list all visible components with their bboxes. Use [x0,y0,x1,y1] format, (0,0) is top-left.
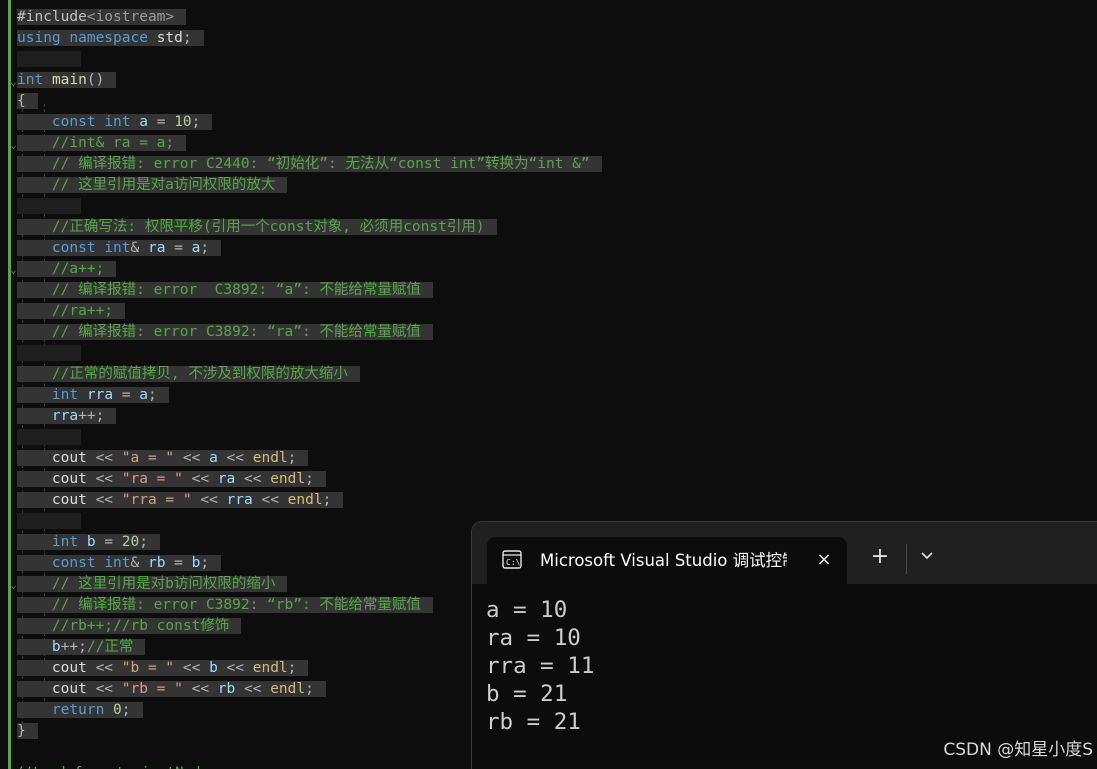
code-line[interactable]: const int a = 10; [17,112,213,133]
code-line-text: //ra++; [17,303,126,319]
code-line[interactable]: //正确写法: 权限平移(引用一个const对象, 必须用const引用) [17,217,497,238]
code-line[interactable]: //a++; [17,259,117,280]
code-line[interactable]: int rra = a; [17,385,169,406]
console-output-line: ra = 10 [486,625,581,651]
console-output-line: rb = 21 [486,709,581,735]
code-line[interactable]: // 编译报错: error C3892: “ra”: 不能给常量赋值 [17,322,433,343]
watermark: CSDN @知星小度S [943,740,1093,760]
console-output-line: rra = 11 [486,653,595,679]
code-line[interactable]: cout << "a = " << a << endl; [17,448,309,469]
console-output: a = 10 ra = 10 rra = 11 b = 21 rb = 21 [486,596,1086,736]
debug-console-window[interactable]: C:\ Microsoft Visual Studio 调试控制台 × + a … [472,522,1097,769]
code-line-text: // 这里引用是对b访问权限的缩小 [17,576,288,592]
code-line-text: cout << "b = " << b << endl; [17,660,309,676]
code-line[interactable]: // 编译报错: error C3892: “a”: 不能给常量赋值 [17,280,433,301]
code-line-text [17,345,82,361]
console-tab-title: Microsoft Visual Studio 调试控制台 [540,551,787,570]
code-line-text [17,198,82,214]
code-line-text: //rb++;//rb const修饰 [17,618,242,634]
code-line-text: cout << "ra = " << ra << endl; [17,471,326,487]
code-line[interactable]: //rb++;//rb const修饰 [17,616,242,637]
code-line-text: b++;//正常 [17,639,146,655]
code-line-text: const int& ra = a; [17,240,222,256]
code-line-text: { [17,93,38,109]
code-line[interactable]: cout << "ra = " << ra << endl; [17,469,326,490]
fold-marker-icon[interactable]: ⌄ [10,76,17,88]
tab-divider [906,544,907,574]
code-line-text: // 编译报错: error C3892: “ra”: 不能给常量赋值 [17,324,433,340]
code-line[interactable] [17,343,82,364]
code-line-text: // 编译报错: error C3892: “rb”: 不能给常量赋值 [17,597,433,613]
code-line[interactable]: cout << "rb = " << rb << endl; [17,679,326,700]
code-line[interactable]: //int& ra = a; [17,133,187,154]
console-output-line: a = 10 [486,597,568,623]
code-line[interactable]: //ra++; [17,301,126,322]
code-line-text: // 编译报错: error C2440: “初始化”: 无法从“const i… [17,156,602,172]
code-line[interactable] [17,49,82,70]
chevron-down-icon[interactable] [917,548,937,568]
code-line[interactable]: // 编译报错: error C3892: “rb”: 不能给常量赋值 [17,595,433,616]
code-line[interactable] [17,511,82,532]
code-line-text [17,51,82,67]
code-line-text: int main() [17,72,117,88]
code-line-text: int rra = a; [17,387,169,403]
svg-text:C:\: C:\ [506,558,521,567]
code-line[interactable]: cout << "b = " << b << endl; [17,658,309,679]
code-line-text: // 编译报错: error C3892: “a”: 不能给常量赋值 [17,282,433,298]
code-line-text [17,429,82,445]
code-line[interactable]: #include<iostream> [17,7,187,28]
code-line[interactable]: { [17,91,38,112]
code-line[interactable]: } [17,721,38,742]
code-line-text: rra++; [17,408,117,424]
code-line-text [17,513,82,529]
code-line-text: } [17,723,38,739]
code-line[interactable]: //正常的赋值拷贝, 不涉及到权限的放大缩小 [17,364,360,385]
code-line-text: cout << "rb = " << rb << endl; [17,681,326,697]
code-line[interactable] [17,196,82,217]
code-line[interactable]: using namespace std; [17,28,204,49]
code-line-text: // 这里引用是对a访问权限的放大 [17,177,288,193]
code-line-text: int b = 20; [17,534,160,550]
code-line-text: //正确写法: 权限平移(引用一个const对象, 必须用const引用) [17,219,497,235]
code-line[interactable]: int b = 20; [17,532,160,553]
console-output-line: b = 21 [486,681,568,707]
fold-marker-icon[interactable]: ⌄ [10,579,17,591]
code-line[interactable]: // 编译报错: error C2440: “初始化”: 无法从“const i… [17,154,602,175]
code-line-text: //a++; [17,261,117,277]
code-line[interactable]: b++;//正常 [17,637,146,658]
code-line-text: cout << "a = " << a << endl; [17,450,309,466]
code-line-text: const int& rb = b; [17,555,222,571]
close-icon[interactable]: × [814,549,834,571]
code-line[interactable]: const int& ra = a; [17,238,222,259]
code-line[interactable]: const int& rb = b; [17,553,222,574]
terminal-icon: C:\ [502,550,522,569]
code-line[interactable] [17,427,82,448]
code-line-text: //正常的赋值拷贝, 不涉及到权限的放大缩小 [17,366,360,382]
code-line-text: const int a = 10; [17,114,213,130]
code-line[interactable]: return 0; [17,700,143,721]
fold-marker-icon[interactable]: ⌄ [10,264,17,276]
code-line-text: #include<iostream> [17,9,187,25]
code-line[interactable]: int main() [17,70,117,91]
code-line[interactable]: cout << "rra = " << rra << endl; [17,490,344,511]
code-line[interactable]: // 这里引用是对b访问权限的缩小 [17,574,288,595]
code-line[interactable]: rra++; [17,406,117,427]
change-indicator-bar [8,0,11,769]
code-line-text: cout << "rra = " << rra << endl; [17,492,344,508]
console-tab[interactable]: C:\ Microsoft Visual Studio 调试控制台 × [487,537,847,584]
code-line-text: using namespace std; [17,30,204,46]
console-tab-bar: C:\ Microsoft Visual Studio 调试控制台 × + [472,522,1097,584]
fold-marker-icon[interactable]: ⌄ [10,139,17,151]
new-tab-button[interactable]: + [869,546,891,568]
code-line-text: //int& ra = a; [17,135,187,151]
code-line-text: return 0; [17,702,143,718]
code-line[interactable]: // 这里引用是对a访问权限的放大 [17,175,288,196]
